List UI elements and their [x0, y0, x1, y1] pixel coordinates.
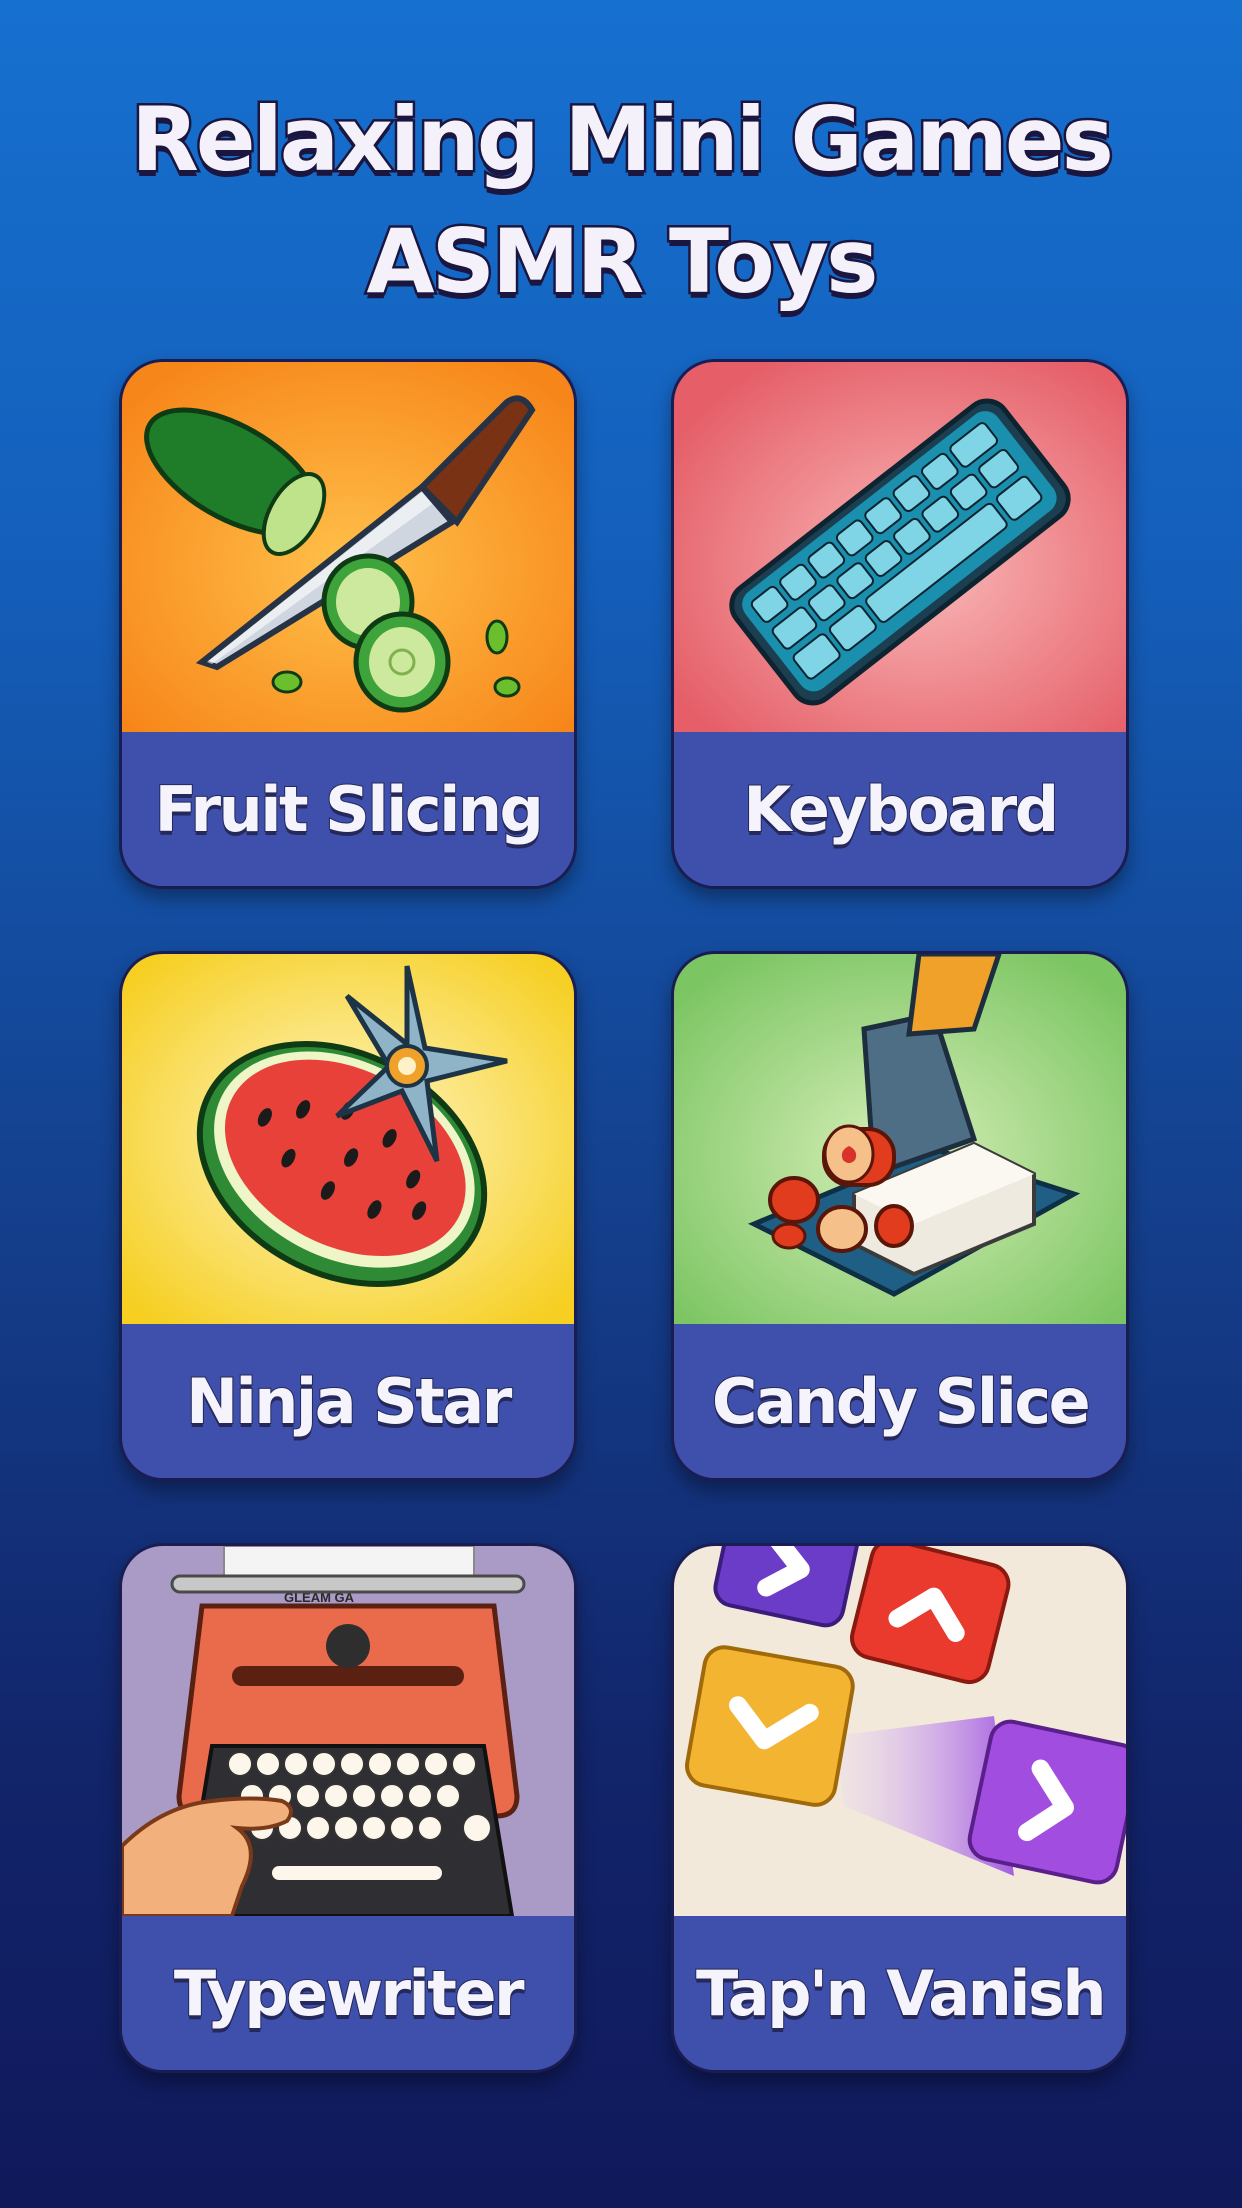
- watermelon-shuriken-icon: [122, 954, 574, 1324]
- game-label: Tap'n Vanish: [674, 1916, 1126, 2070]
- game-label: Keyboard: [674, 732, 1126, 886]
- game-card-candy-slice[interactable]: Candy Slice: [671, 951, 1129, 1481]
- game-card-fruit-slicing[interactable]: Fruit Slicing: [119, 359, 577, 889]
- cucumber-knife-icon: [122, 362, 574, 732]
- game-label: Ninja Star: [122, 1324, 574, 1478]
- game-card-typewriter[interactable]: GLEAM GA Typewriter: [119, 1543, 577, 2073]
- game-label: Typewriter: [122, 1916, 574, 2070]
- game-card-keyboard[interactable]: Keyboard: [671, 359, 1129, 889]
- title-line-1: Relaxing Mini Games: [129, 86, 1117, 194]
- game-card-ninja-star[interactable]: Ninja Star: [119, 951, 577, 1481]
- keyboard-icon: [674, 362, 1126, 732]
- title-line-2: ASMR Toys: [364, 208, 881, 316]
- game-label: Candy Slice: [674, 1324, 1126, 1478]
- arrow-blocks-icon: [674, 1546, 1126, 1916]
- game-label: Fruit Slicing: [122, 732, 574, 886]
- typewriter-icon: GLEAM GA: [122, 1546, 574, 1916]
- knife-candy-icon: [674, 954, 1126, 1324]
- game-card-tapn-vanish[interactable]: Tap'n Vanish: [671, 1543, 1129, 2073]
